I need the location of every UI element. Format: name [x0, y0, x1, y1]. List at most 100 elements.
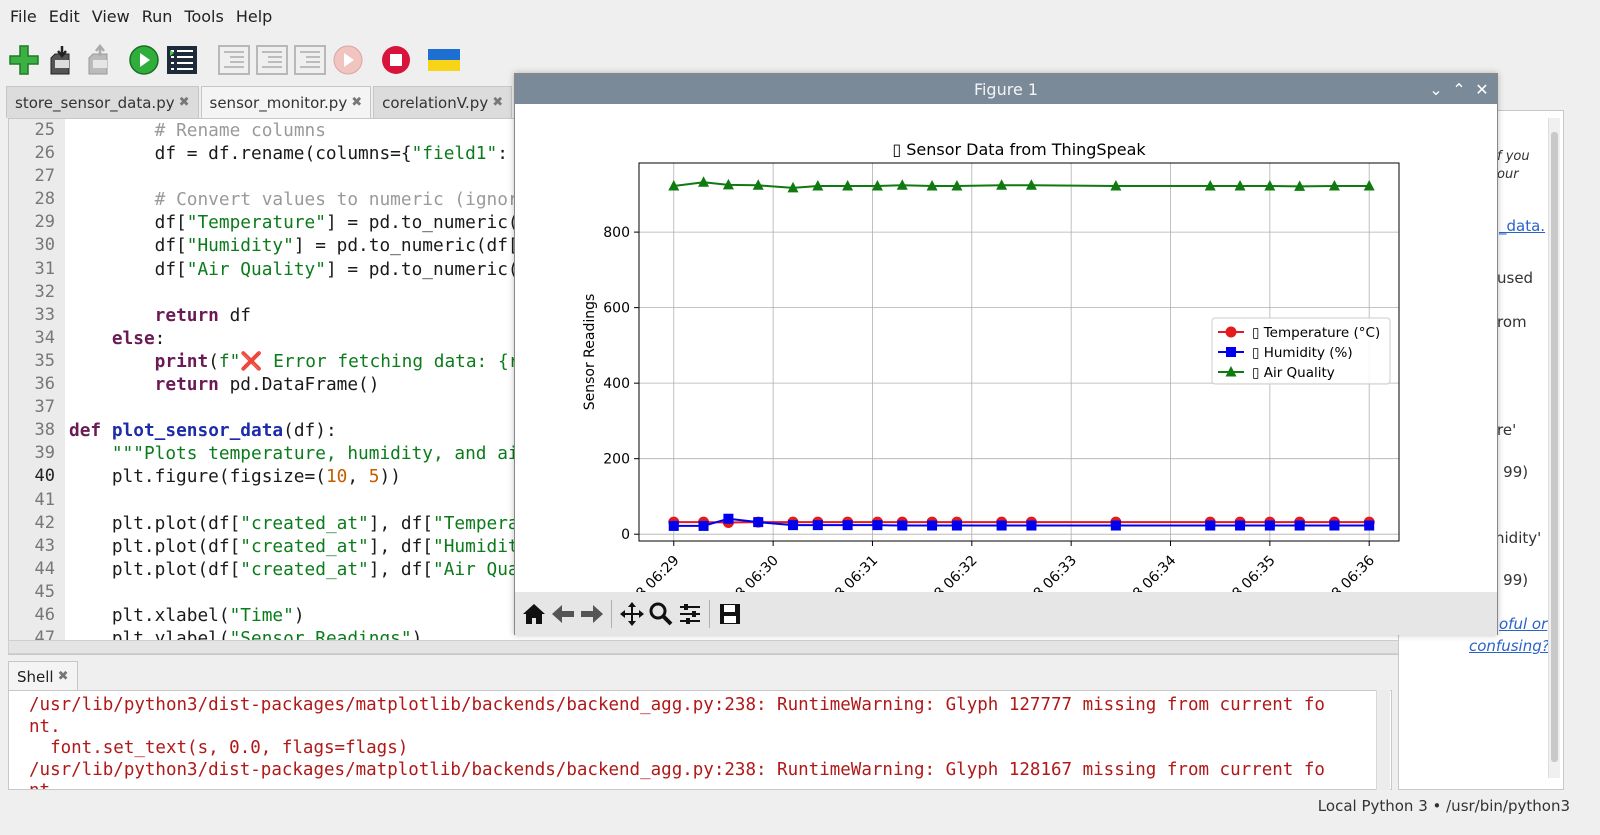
tab-store-sensor-data[interactable]: store_sensor_data.py ✖ [6, 86, 199, 118]
shell-close-icon[interactable]: ✖ [58, 669, 69, 684]
step-over-icon[interactable] [216, 42, 252, 78]
shell-line: nt. [29, 716, 61, 737]
back-icon[interactable] [548, 599, 577, 629]
load-icon[interactable] [44, 42, 80, 78]
series-line-2 [673, 181, 1370, 189]
tab-close-icon[interactable]: ✖ [351, 95, 362, 110]
x-tick-label: 28 06:33 [1024, 553, 1080, 592]
x-tick-label: 28 06:34 [1124, 552, 1180, 592]
data-point [1364, 520, 1375, 531]
tab-corelationv[interactable]: corelationV.py ✖ [373, 86, 513, 118]
chart-title: ▯ Sensor Data from ThingSpeak [892, 140, 1146, 159]
data-point [698, 176, 710, 187]
line-number: 29 [34, 212, 55, 233]
data-point [812, 520, 823, 531]
line-number: 28 [34, 189, 55, 210]
editor-tabs: store_sensor_data.py ✖ sensor_monitor.py… [6, 86, 514, 118]
forward-icon[interactable] [577, 599, 606, 629]
configure-icon[interactable] [675, 599, 704, 629]
code-token: : [154, 327, 166, 349]
line-number: 39 [34, 443, 55, 464]
data-point [1110, 520, 1121, 531]
figure-canvas[interactable]: 0 200 400 600 800 28 06:29 28 06:30 28 06:31 28 … [515, 104, 1497, 608]
tab-sensor-monitor[interactable]: sensor_monitor.py ✖ [200, 86, 372, 118]
menu-help[interactable]: Help [230, 7, 278, 26]
menu-edit[interactable]: Edit [43, 7, 86, 26]
x-tick-label: 28 06:29 [627, 553, 683, 592]
stop-icon[interactable] [378, 42, 414, 78]
assistant-feedback-link[interactable]: confusing? [1469, 637, 1550, 655]
shell-line: /usr/lib/python3/dist-packages/matplotli… [29, 759, 1325, 780]
legend-marker [1226, 347, 1236, 357]
shell-line: font.set_text(s, 0.0, flags=flags) [29, 738, 409, 758]
data-point [1264, 520, 1275, 531]
x-tick-label: 28 06:30 [726, 553, 782, 592]
code-token: "created_at" [240, 535, 369, 557]
data-point [1294, 520, 1305, 531]
legend-label: ▯ Humidity (%) [1252, 345, 1353, 361]
code-token: 10 [325, 466, 348, 488]
assistant-text: nidity' [1495, 529, 1542, 547]
code-token: 5 [368, 466, 380, 488]
assistant-feedback-link[interactable]: oful or [1499, 615, 1547, 633]
figure-titlebar[interactable]: Figure 1 ⌄ ⌃ ✕ [515, 74, 1497, 104]
interpreter-status[interactable]: Local Python 3 • /usr/bin/python3 [1318, 797, 1570, 815]
data-point [1205, 520, 1216, 531]
menu-view[interactable]: View [86, 7, 136, 26]
code-token: df[ [69, 235, 187, 257]
legend-label: ▯ Air Quality [1252, 365, 1335, 381]
home-icon[interactable] [519, 599, 548, 629]
shell-output[interactable]: /usr/lib/python3/dist-packages/matplotli… [8, 690, 1392, 790]
data-point [1026, 520, 1037, 531]
shell-tab[interactable]: Shell ✖ [8, 661, 78, 691]
code-token: # Convert values to numeric (ignor [154, 189, 519, 211]
save-icon[interactable] [82, 42, 118, 78]
step-into-icon[interactable] [254, 42, 290, 78]
zoom-icon[interactable] [646, 599, 675, 629]
minimize-icon[interactable]: ⌄ [1427, 80, 1445, 99]
code-token: return [154, 304, 219, 326]
maximize-icon[interactable]: ⌃ [1450, 80, 1468, 99]
pan-icon[interactable] [617, 599, 646, 629]
code-token: plt.xlabel( [69, 604, 230, 626]
editor-horizontal-scrollbar[interactable] [8, 640, 1422, 654]
new-file-icon[interactable] [6, 42, 42, 78]
run-icon[interactable] [126, 42, 162, 78]
save-figure-icon[interactable] [715, 599, 744, 629]
toolbar-separator [611, 599, 612, 628]
shell-tab-label: Shell [17, 667, 54, 686]
y-tick-label: 600 [603, 301, 630, 317]
resume-icon[interactable] [330, 42, 366, 78]
code-token: df[ [69, 212, 187, 234]
data-point [842, 520, 853, 531]
tab-close-icon[interactable]: ✖ [492, 95, 503, 110]
step-out-icon[interactable] [292, 42, 328, 78]
code-token: ], df[ [368, 558, 433, 580]
assistant-scroll-thumb[interactable] [1551, 132, 1558, 762]
tab-close-icon[interactable]: ✖ [179, 95, 190, 110]
menu-run[interactable]: Run [136, 7, 179, 26]
menu-bar: File Edit View Run Tools Help [0, 0, 1600, 32]
debug-icon[interactable] [164, 42, 200, 78]
assistant-link[interactable]: _data. [1499, 217, 1545, 235]
figure-window[interactable]: Figure 1 ⌄ ⌃ ✕ 0 200 400 600 800 28 06:29 28 0… [514, 73, 1498, 635]
close-icon[interactable]: ✕ [1473, 80, 1491, 99]
code-token: df = df.rename(columns={ [69, 143, 412, 165]
code-token: df [218, 304, 252, 326]
shell-scrollbar[interactable] [1376, 690, 1390, 790]
code-token: ( [208, 350, 219, 372]
tab-label: corelationV.py [382, 93, 489, 112]
menu-tools[interactable]: Tools [178, 7, 229, 26]
code-token: ], df[ [368, 512, 433, 534]
ukraine-flag-icon[interactable] [426, 42, 462, 78]
line-number: 42 [34, 512, 55, 533]
code-token: else [111, 327, 155, 349]
assistant-text: - 99) [1493, 571, 1529, 589]
assistant-scrollbar[interactable] [1548, 118, 1560, 778]
code-token: )) [379, 466, 401, 488]
line-number: 35 [34, 350, 55, 371]
menu-file[interactable]: File [4, 7, 43, 26]
